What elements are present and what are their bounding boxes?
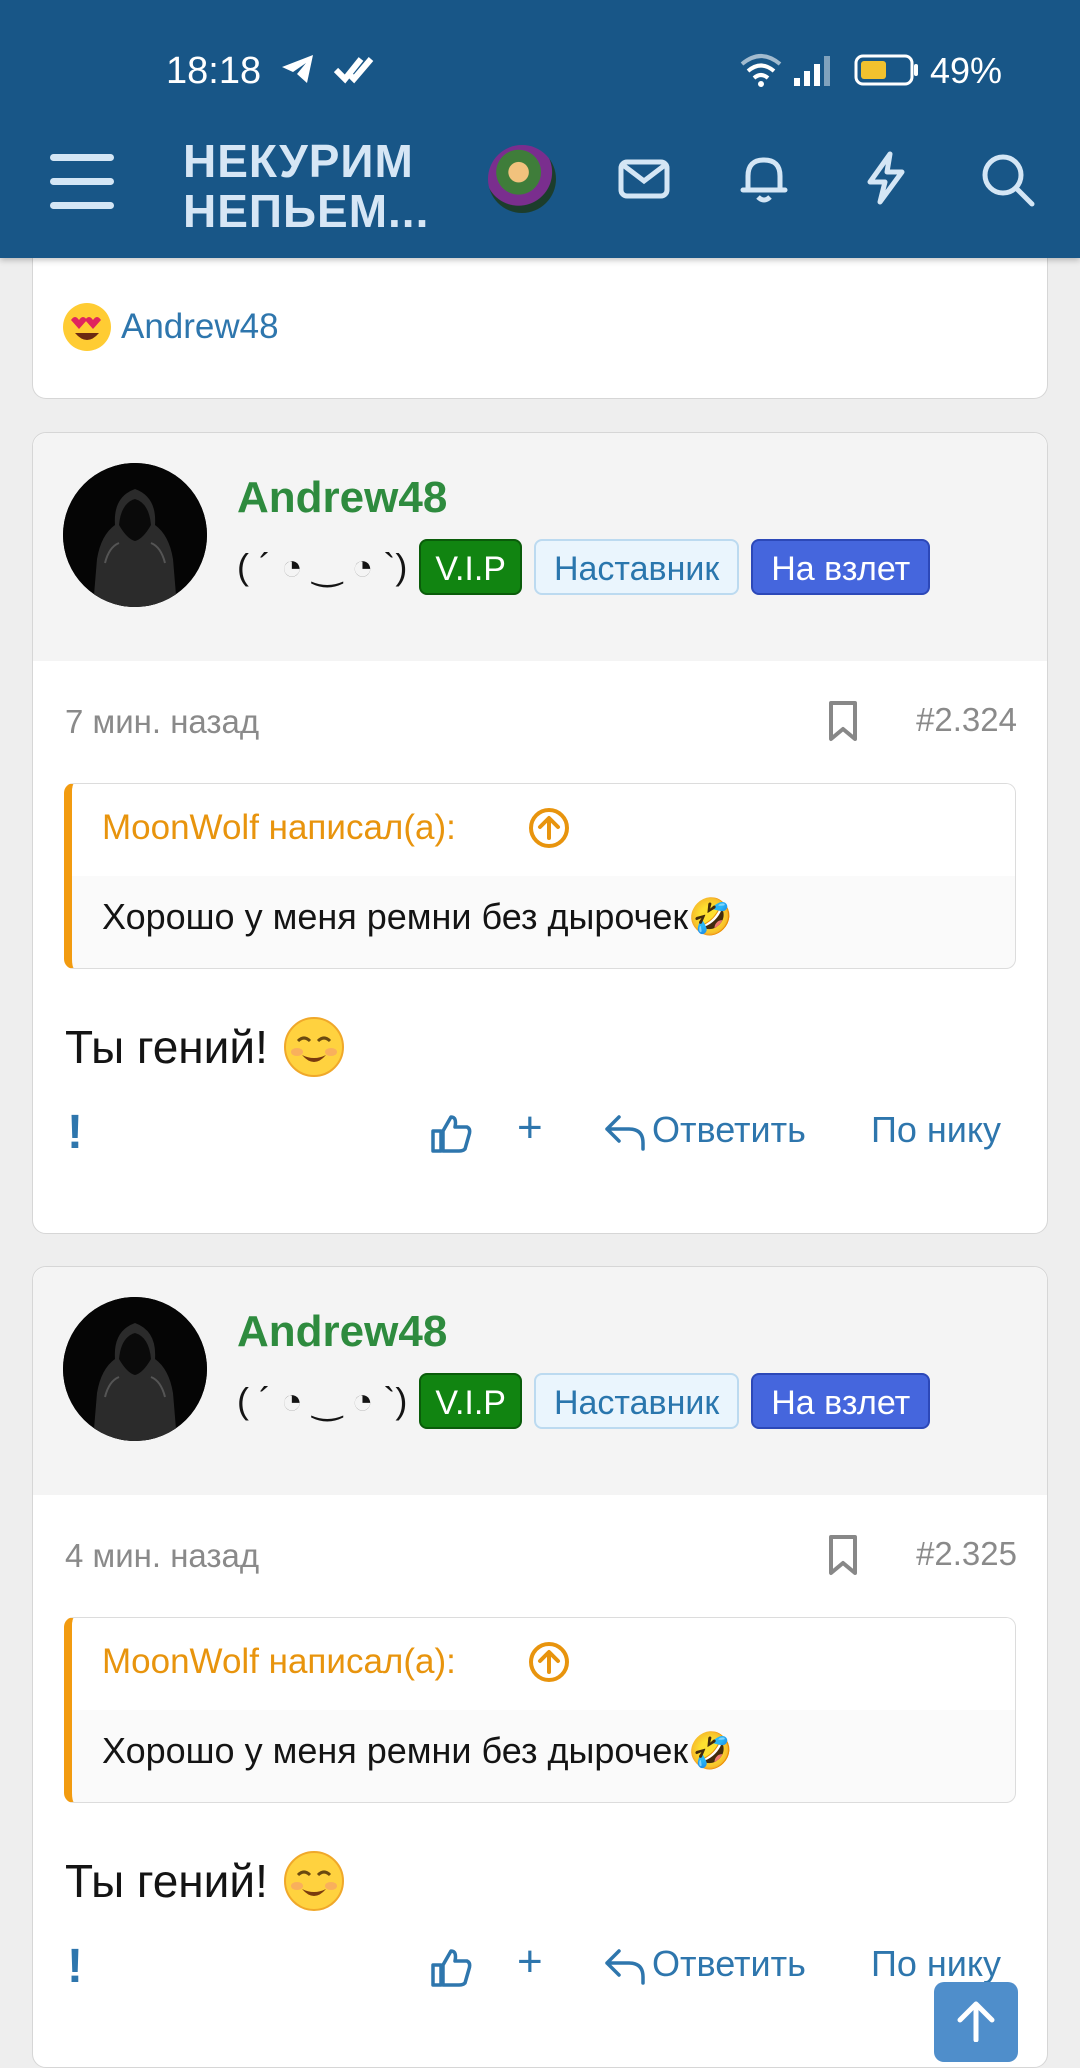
add-reaction-button[interactable]: + <box>517 1103 543 1153</box>
post-message: Ты гений! <box>65 1849 346 1913</box>
badge-takeoff: На взлет <box>751 1373 931 1429</box>
reaction-row[interactable]: Andrew48 <box>63 303 279 351</box>
arrow-up-circle-icon[interactable] <box>527 1640 571 1684</box>
site-title-line1: НЕКУРИМ <box>183 135 414 187</box>
post-time[interactable]: 7 мин. назад <box>65 703 259 741</box>
battery-icon <box>854 54 918 86</box>
post-text: Ты гений! <box>65 1021 268 1073</box>
reply-button[interactable]: Ответить <box>652 1109 806 1151</box>
badge-vip: V.I.P <box>419 539 522 595</box>
post-actions: ! + Ответить По нику <box>33 1929 1047 2005</box>
double-check-icon <box>334 57 374 84</box>
like-icon[interactable] <box>429 1111 473 1155</box>
user-badges: ( ´ ◔ ‿ ◔ `) V.I.P Наставник На взлет <box>237 1373 942 1429</box>
post-message: Ты гений! <box>65 1015 346 1079</box>
smiling-emoji-icon <box>283 1851 344 1911</box>
hooded-figure-icon <box>63 463 207 607</box>
post-header: Andrew48 ( ´ ◔ ‿ ◔ `) V.I.P Наставник На… <box>33 433 1047 661</box>
status-time: 18:18 <box>166 50 262 92</box>
reaction-user-link[interactable]: Andrew48 <box>121 307 279 347</box>
bell-icon[interactable] <box>736 150 792 206</box>
hooded-figure-icon <box>63 1297 207 1441</box>
reply-icon[interactable] <box>603 1113 647 1153</box>
report-button[interactable]: ! <box>67 1939 83 1994</box>
signal-icon <box>794 56 830 86</box>
battery-percent: 49% <box>930 50 1003 91</box>
post-actions: ! + Ответить По нику <box>33 1095 1047 1171</box>
search-icon[interactable] <box>978 150 1038 210</box>
post-number[interactable]: #2.324 <box>916 701 1017 739</box>
bookmark-icon[interactable] <box>825 699 861 743</box>
site-title[interactable]: НЕКУРИМ НЕПЬЕМ... <box>183 136 453 236</box>
quote-block: MoonWolf написал(а): Хорошо у меня ремни… <box>64 1617 1016 1803</box>
post-avatar[interactable] <box>63 463 207 607</box>
like-icon[interactable] <box>429 1945 473 1989</box>
scroll-to-top-button[interactable] <box>934 1982 1018 2062</box>
badge-vip: V.I.P <box>419 1373 522 1429</box>
user-title: ( ´ ◔ ‿ ◔ `) <box>237 546 408 587</box>
reply-icon[interactable] <box>603 1947 647 1987</box>
reply-button[interactable]: Ответить <box>652 1943 806 1985</box>
arrow-up-circle-icon[interactable] <box>527 806 571 850</box>
site-title-line2: НЕПЬЕМ... <box>183 185 430 237</box>
username[interactable]: Andrew48 <box>237 473 447 523</box>
post-card: Andrew48 ( ´ ◔ ‿ ◔ `) V.I.P Наставник На… <box>32 1266 1048 2068</box>
arrow-up-icon <box>957 2001 995 2043</box>
by-nick-button[interactable]: По нику <box>871 1109 1001 1151</box>
heart-eyes-emoji-icon <box>63 303 111 351</box>
bookmark-icon[interactable] <box>825 1533 861 1577</box>
top-bar: 18:18 49% НЕКУРИМ НЕПЬЕМ... <box>0 0 1080 258</box>
wifi-icon <box>740 54 782 87</box>
user-title: ( ´ ◔ ‿ ◔ `) <box>237 1380 408 1421</box>
telegram-icon <box>282 55 313 83</box>
quote-author[interactable]: MoonWolf написал(а): <box>102 808 456 848</box>
menu-icon[interactable] <box>50 154 114 210</box>
post-text: Ты гений! <box>65 1855 268 1907</box>
lightning-icon[interactable] <box>858 150 914 206</box>
post-time[interactable]: 4 мин. назад <box>65 1537 259 1575</box>
post-avatar[interactable] <box>63 1297 207 1441</box>
status-bar: 18:18 49% <box>0 0 1080 140</box>
quote-header: MoonWolf написал(а): <box>72 1618 1015 1710</box>
user-badges: ( ´ ◔ ‿ ◔ `) V.I.P Наставник На взлет <box>237 539 942 595</box>
quote-text: Хорошо у меня ремни без дырочек🤣 <box>102 1730 733 1771</box>
username[interactable]: Andrew48 <box>237 1307 447 1357</box>
quote-header: MoonWolf написал(а): <box>72 784 1015 876</box>
mail-icon[interactable] <box>616 150 672 206</box>
badge-mentor: Наставник <box>533 1373 740 1429</box>
quote-block: MoonWolf написал(а): Хорошо у меня ремни… <box>64 783 1016 969</box>
post-card: Andrew48 ( ´ ◔ ‿ ◔ `) V.I.P Наставник На… <box>32 432 1048 1234</box>
add-reaction-button[interactable]: + <box>517 1937 543 1987</box>
quote-author[interactable]: MoonWolf написал(а): <box>102 1642 456 1682</box>
post-header: Andrew48 ( ´ ◔ ‿ ◔ `) V.I.P Наставник На… <box>33 1267 1047 1495</box>
user-avatar[interactable] <box>488 145 556 213</box>
quote-text: Хорошо у меня ремни без дырочек🤣 <box>102 896 733 937</box>
badge-mentor: Наставник <box>533 539 740 595</box>
badge-takeoff: На взлет <box>751 539 931 595</box>
report-button[interactable]: ! <box>67 1105 83 1160</box>
smiling-emoji-icon <box>283 1017 344 1077</box>
post-number[interactable]: #2.325 <box>916 1535 1017 1573</box>
by-nick-button[interactable]: По нику <box>871 1943 1001 1985</box>
